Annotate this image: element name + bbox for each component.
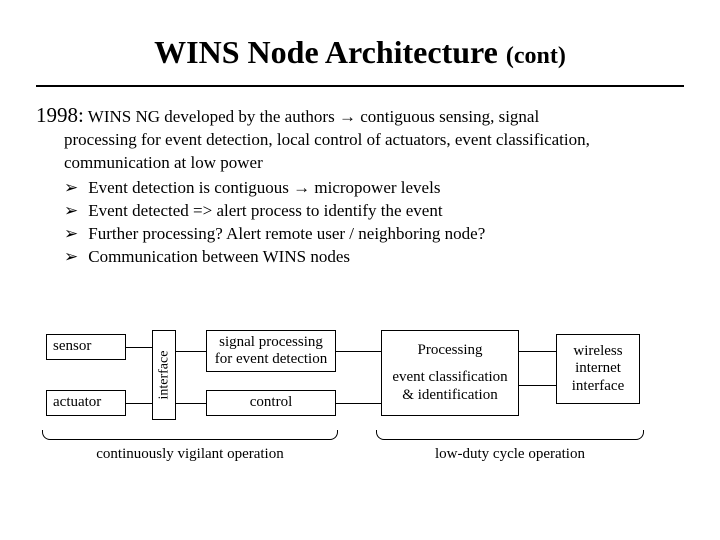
connector-line — [519, 351, 556, 352]
box-processing: Processing event classification & identi… — [381, 330, 519, 416]
label-wireless: wireless internet interface — [563, 343, 633, 395]
architecture-diagram: sensor actuator interface signal process… — [36, 330, 684, 500]
label-processing-title: Processing — [418, 342, 483, 359]
connector-line — [176, 351, 206, 352]
title-main: WINS Node Architecture — [154, 34, 498, 70]
box-sensor: sensor — [46, 334, 126, 360]
label-sigproc: signal processing for event detection — [213, 334, 329, 369]
bullet-list: Event detection is contiguous → micropow… — [64, 177, 720, 269]
connector-line — [126, 403, 152, 404]
bullet-item: Event detection is contiguous → micropow… — [64, 177, 720, 200]
bullet-item: Further processing? Alert remote user / … — [64, 223, 720, 246]
intro-hang: processing for event detection, local co… — [36, 129, 684, 175]
box-control: control — [206, 390, 336, 416]
box-wireless: wireless internet interface — [556, 334, 640, 404]
connector-line — [126, 347, 152, 348]
connector-line — [176, 403, 206, 404]
year-label: 1998: — [36, 103, 84, 127]
bullet-item: Communication between WINS nodes — [64, 246, 720, 269]
brace-icon — [42, 430, 338, 440]
label-actuator: actuator — [53, 394, 101, 411]
connector-line — [336, 351, 381, 352]
box-interface: interface — [152, 330, 176, 420]
connector-line — [519, 385, 556, 386]
arrow-icon: → — [339, 107, 356, 126]
brace-left: continuously vigilant operation — [42, 430, 338, 463]
label-control: control — [250, 394, 293, 411]
intro-tail: contiguous sensing, signal — [360, 107, 539, 126]
label-processing-sub: event classification & identification — [388, 369, 512, 404]
box-signal-processing: signal processing for event detection — [206, 330, 336, 372]
slide-title: WINS Node Architecture (cont) — [0, 0, 720, 71]
caption-left: continuously vigilant operation — [42, 446, 338, 463]
label-interface: interface — [156, 351, 172, 400]
label-sensor: sensor — [53, 338, 91, 355]
brace-icon — [376, 430, 644, 440]
intro-paragraph: 1998: WINS NG developed by the authors →… — [36, 101, 684, 175]
box-actuator: actuator — [46, 390, 126, 416]
title-suffix: (cont) — [506, 43, 566, 69]
connector-line — [336, 403, 381, 404]
bullet-item: Event detected => alert process to ident… — [64, 200, 720, 223]
caption-right: low-duty cycle operation — [376, 446, 644, 463]
brace-right: low-duty cycle operation — [376, 430, 644, 463]
intro-line: WINS NG developed by the authors — [88, 107, 335, 126]
title-underline — [36, 85, 684, 87]
